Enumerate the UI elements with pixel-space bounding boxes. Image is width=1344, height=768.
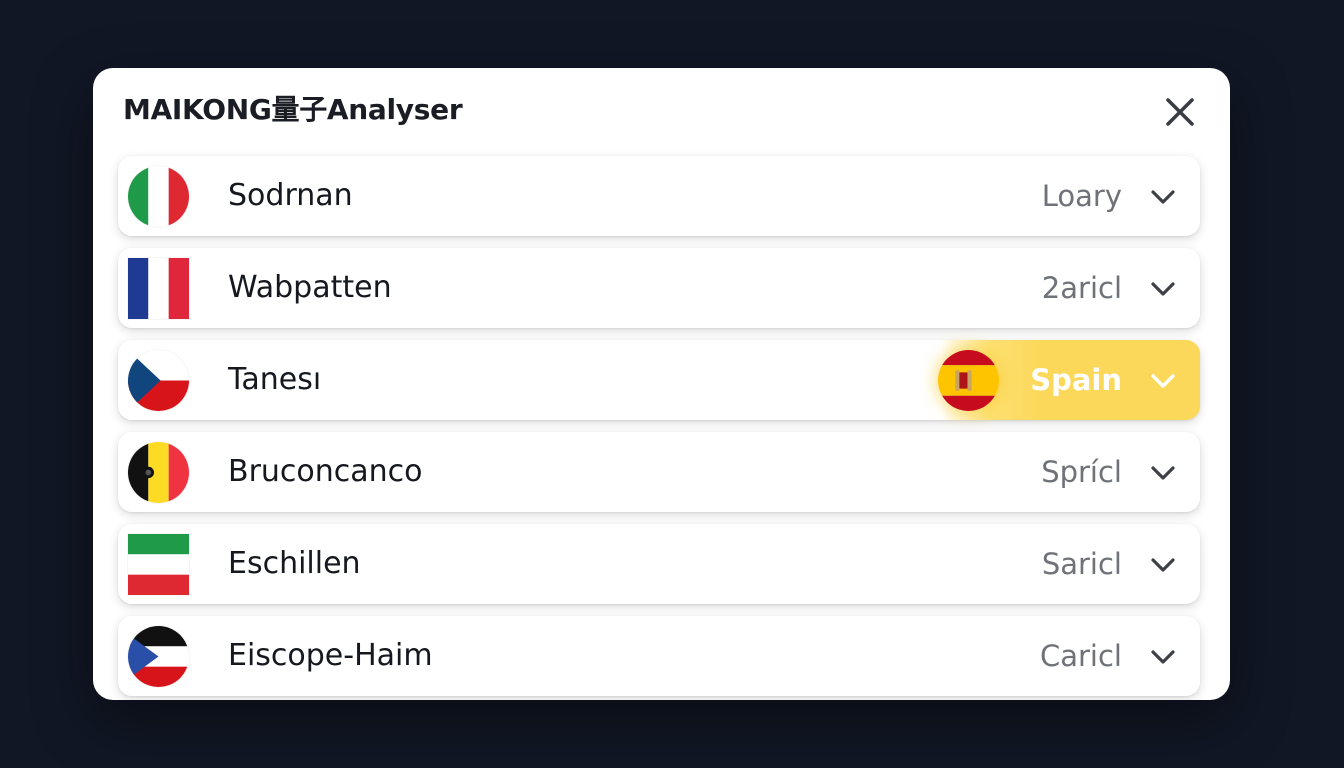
row-value: Saricl [1041, 547, 1122, 581]
row-value: 2aricl [1041, 271, 1122, 305]
list-item[interactable]: Eiscope-Haim Caricl [118, 616, 1200, 696]
row-label: Eschillen [228, 546, 361, 581]
row-label: Sodrnan [228, 178, 353, 213]
chevron-down-icon[interactable] [1148, 550, 1178, 580]
italy-stripes-flag-icon [128, 534, 189, 595]
analyser-dialog: MAIKONG量子Analyser Sodrnan Loary Wabpatte… [93, 68, 1230, 700]
chevron-down-icon[interactable] [1148, 458, 1178, 488]
row-label: Bruconcanco [228, 454, 423, 489]
list-item[interactable]: Bruconcanco Sprícl [118, 432, 1200, 512]
list-item-selected[interactable]: Tanesı Spain [118, 340, 1200, 420]
list-item[interactable]: Wabpatten 2aricl [118, 248, 1200, 328]
chevron-down-icon[interactable] [1148, 182, 1178, 212]
dialog-title: MAIKONG量子Analyser [123, 93, 463, 126]
row-label: Wabpatten [228, 270, 392, 305]
close-button[interactable] [1160, 92, 1200, 132]
row-label: Tanesı [228, 362, 322, 397]
list-item[interactable]: Eschillen Saricl [118, 524, 1200, 604]
row-value: Loary [1041, 179, 1122, 213]
list-item[interactable]: Sodrnan Loary [118, 156, 1200, 236]
chevron-down-icon[interactable] [1148, 274, 1178, 304]
belgium-flag-icon [128, 442, 189, 503]
language-list: Sodrnan Loary Wabpatten 2aricl Tanesı Sp… [118, 156, 1200, 700]
row-value: Caricl [1039, 639, 1122, 673]
czech-flag-icon [128, 350, 189, 411]
close-icon[interactable] [1160, 92, 1200, 132]
tricolor-triangle-flag-icon [128, 626, 189, 687]
row-label: Eiscope-Haim [228, 638, 433, 673]
chevron-down-icon[interactable] [1148, 642, 1178, 672]
row-value: Sprícl [1041, 455, 1122, 489]
spain-flag-icon [938, 350, 999, 411]
italy-flag-icon [128, 166, 189, 227]
selected-value: Spain [1030, 363, 1122, 397]
france-flag-icon [128, 258, 189, 319]
chevron-down-icon[interactable] [1148, 366, 1178, 396]
